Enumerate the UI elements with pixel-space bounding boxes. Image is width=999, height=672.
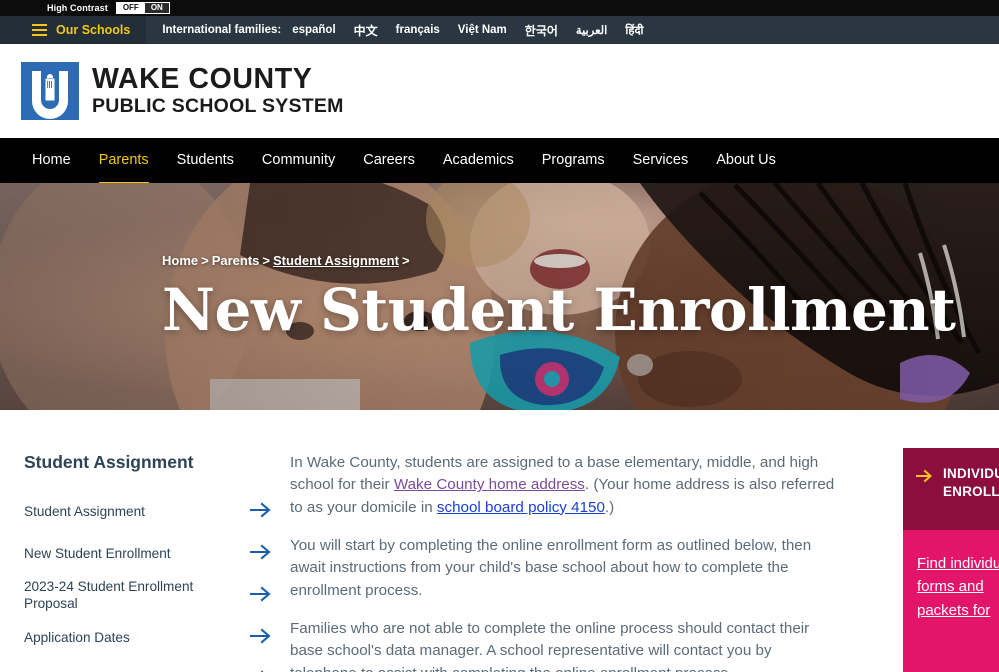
sidebar-item-label: New Student Enrollment [24, 545, 171, 561]
breadcrumb: Home > Parents > Student Assignment > [162, 253, 413, 268]
breadcrumb-sep-2: > [262, 253, 271, 268]
high-contrast-on-option[interactable]: ON [144, 3, 169, 13]
arrow-right-icon [249, 628, 272, 649]
individual-enrollment-callout[interactable]: INDIVIDUAL ENROLLMENT Find individual for… [903, 448, 999, 672]
utility-bar: Our Schools International families: espa… [0, 16, 999, 44]
page-title: New Student Enrollment [162, 276, 956, 344]
hero-banner: Home > Parents > Student Assignment > New Stu… [0, 183, 999, 410]
arrow-right-icon [249, 586, 272, 607]
nav-item-about-us[interactable]: About Us [702, 138, 790, 183]
callout-header: INDIVIDUAL ENROLLMENT [903, 448, 999, 530]
language-link-hi[interactable]: हिंदी [625, 23, 643, 38]
main-content: In Wake County, students are assigned to… [290, 452, 866, 672]
wcpss-shield-logo[interactable] [21, 62, 79, 120]
nav-item-academics[interactable]: Academics [429, 138, 528, 183]
nav-item-programs[interactable]: Programs [528, 138, 619, 183]
arrow-right-icon [915, 469, 933, 488]
our-schools-button[interactable]: Our Schools [0, 16, 147, 44]
brand-line-2: PUBLIC SCHOOL SYSTEM [92, 94, 344, 117]
nav-item-community[interactable]: Community [248, 138, 349, 183]
sidebar-item-label: Student Assignment [24, 503, 145, 519]
nav-item-home[interactable]: Home [18, 138, 85, 183]
paragraph-3: Families who are not able to complete th… [290, 620, 810, 672]
sidebar-item-label: Application Dates [24, 629, 130, 645]
language-link-zh[interactable]: 中文 [354, 22, 378, 39]
high-contrast-label: High Contrast [47, 2, 108, 13]
content-area: Student Assignment Student Assignment Ne… [0, 410, 999, 672]
callout-title-line-1: INDIVIDUAL [943, 466, 999, 481]
sidebar-heading: Student Assignment [24, 452, 194, 472]
international-families-label: International families: [162, 24, 282, 36]
callout-body: Find individual forms and packets for [903, 530, 999, 672]
international-families-group: International families: español 中文 franç… [146, 16, 661, 44]
nav-item-careers[interactable]: Careers [349, 138, 429, 183]
sidebar-item-label: 2023-24 Student Enrollment Proposal [24, 579, 194, 611]
high-contrast-toggle[interactable]: OFF ON [115, 2, 170, 14]
callout-title: INDIVIDUAL ENROLLMENT [943, 465, 999, 501]
language-link-ko[interactable]: 한국어 [525, 22, 558, 39]
paragraph-2: You will start by completing the online … [290, 537, 812, 599]
sidebar-item-enrollment-caps[interactable]: Enrollment Caps [24, 659, 290, 672]
nav-item-services[interactable]: Services [619, 138, 703, 183]
language-link-fr[interactable]: français [396, 24, 440, 36]
sidebar-item-enrollment-proposal[interactable]: 2023-24 Student Enrollment Proposal [24, 575, 290, 617]
callout-link-line-2[interactable]: forms and [917, 575, 999, 598]
main-navigation: Home Parents Students Community Careers … [0, 138, 999, 186]
callout-link-line-1[interactable]: Find individual [917, 552, 999, 575]
brand-line-1: WAKE COUNTY [92, 62, 313, 95]
high-contrast-bar: High Contrast OFF ON [0, 0, 999, 16]
nav-item-students[interactable]: Students [163, 138, 248, 183]
brand-wordmark: WAKE COUNTY PUBLIC SCHOOL SYSTEM [92, 62, 344, 118]
breadcrumb-home[interactable]: Home [162, 253, 198, 268]
our-schools-label: Our Schools [56, 22, 131, 37]
high-contrast-off-option[interactable]: OFF [116, 3, 145, 13]
link-wake-county-home-address[interactable]: Wake County home address [394, 476, 585, 493]
brand-header: WAKE COUNTY PUBLIC SCHOOL SYSTEM [0, 44, 999, 138]
arrow-right-icon [249, 502, 272, 523]
breadcrumb-sep-1: > [201, 253, 209, 268]
breadcrumb-student-assignment[interactable]: Student Assignment [273, 253, 399, 268]
breadcrumb-parents[interactable]: Parents [212, 253, 260, 268]
sidebar-item-application-dates[interactable]: Application Dates [24, 617, 290, 659]
sidebar-item-new-student-enrollment[interactable]: New Student Enrollment [24, 533, 290, 575]
link-school-board-policy-4150[interactable]: school board policy 4150 [437, 499, 605, 516]
callout-title-line-2: ENROLLMENT [943, 483, 999, 499]
language-link-vi[interactable]: Việt Nam [458, 24, 507, 36]
nav-item-parents[interactable]: Parents [85, 138, 163, 186]
arrow-right-icon [249, 544, 272, 565]
language-link-ar[interactable]: العربية [576, 23, 607, 37]
sidebar-navigation: Student Assignment Student Assignment Ne… [0, 452, 290, 672]
sidebar-item-student-assignment[interactable]: Student Assignment [24, 491, 290, 533]
callout-link-line-3[interactable]: packets for [917, 599, 999, 622]
page-root: High Contrast OFF ON Our Schools Interna… [0, 0, 999, 672]
paragraph-1-text-c: .) [604, 498, 615, 516]
hamburger-icon [32, 24, 47, 36]
language-link-es[interactable]: español [292, 24, 335, 36]
breadcrumb-sep-3: > [401, 253, 410, 268]
paragraph-1: In Wake County, students are assigned to… [290, 452, 842, 519]
